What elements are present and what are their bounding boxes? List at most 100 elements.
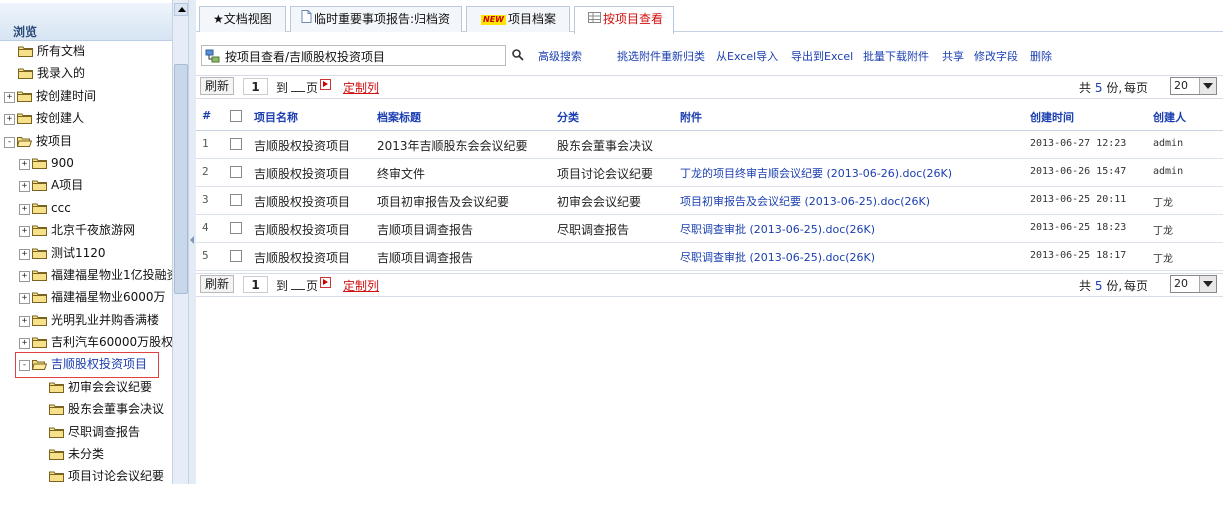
page-size-select[interactable]: 20 xyxy=(1170,275,1217,293)
current-page[interactable]: 1 xyxy=(243,276,268,293)
goto-page-input[interactable] xyxy=(291,289,305,290)
tree-node-label[interactable]: 按创建人 xyxy=(36,107,84,129)
tab-project-archive[interactable]: NEW 项目档案 xyxy=(466,6,570,32)
tree-node[interactable]: 未分类 xyxy=(0,443,172,465)
customize-columns-link[interactable]: 定制列 xyxy=(343,79,379,96)
expand-icon[interactable]: + xyxy=(19,203,30,215)
row-attachment-link[interactable]: 尽职调查审批 (2013-06-25).doc(26K) xyxy=(680,249,875,265)
goto-page-input[interactable] xyxy=(291,91,305,92)
tree-node[interactable]: + 测试1120 xyxy=(0,242,172,264)
tree-node[interactable]: + 北京千夜旅游网 xyxy=(0,219,172,241)
tree-node-label[interactable]: 北京千夜旅游网 xyxy=(51,219,135,241)
tree-node-label[interactable]: 福建福星物业6000万 xyxy=(51,286,166,308)
customize-columns-link[interactable]: 定制列 xyxy=(343,277,379,294)
expand-icon[interactable]: + xyxy=(19,270,30,282)
tree-node[interactable]: 尽职调查报告 xyxy=(0,421,172,443)
table-row[interactable]: 1 吉顺股权投资项目 2013年吉顺股东会会议纪要 股东会董事会决议 2013-06-2… xyxy=(196,131,1223,159)
tree-node[interactable]: +900 xyxy=(0,152,172,174)
tree-node[interactable]: 初审会会议纪要 xyxy=(0,376,172,398)
tree-node-label[interactable]: ccc xyxy=(51,197,71,219)
col-category-header[interactable]: 分类 xyxy=(557,109,579,125)
tree-node[interactable]: - 按项目 xyxy=(0,130,172,152)
tree-node-label[interactable]: 福建福星物业1亿投融资 xyxy=(51,264,179,286)
col-creator-header[interactable]: 创建人 xyxy=(1153,109,1186,125)
search-icon[interactable] xyxy=(512,49,524,64)
tree-node[interactable]: 项目讨论会议纪要 xyxy=(0,465,172,484)
goto-arrow-icon[interactable] xyxy=(320,79,331,90)
row-checkbox[interactable] xyxy=(230,194,242,206)
tree-node[interactable]: 我录入的 xyxy=(0,62,172,84)
row-checkbox[interactable] xyxy=(230,138,242,150)
row-attachment-link[interactable]: 尽职调查审批 (2013-06-25).doc(26K) xyxy=(680,221,875,237)
col-title-header[interactable]: 档案标题 xyxy=(377,109,421,125)
tree-node-label[interactable]: 我录入的 xyxy=(37,62,85,84)
panel-splitter[interactable] xyxy=(188,0,196,484)
scroll-thumb[interactable] xyxy=(174,64,188,294)
collapse-icon[interactable]: - xyxy=(4,136,15,148)
tree-node-label[interactable]: 项目讨论会议纪要 xyxy=(68,465,164,484)
col-created-header[interactable]: 创建时间 xyxy=(1030,109,1074,125)
export-excel-link[interactable]: 导出到Excel xyxy=(791,48,853,64)
table-row[interactable]: 3 吉顺股权投资项目 项目初审报告及会议纪要 初审会会议纪要 项目初审报告及会议纪要 (… xyxy=(196,187,1223,215)
expand-icon[interactable]: + xyxy=(19,293,30,305)
tree-node-label[interactable]: 未分类 xyxy=(68,443,104,465)
tree-node[interactable]: 股东会董事会决议 xyxy=(0,398,172,420)
row-checkbox[interactable] xyxy=(230,166,242,178)
tree-node-label[interactable]: 吉利汽车60000万股权投 xyxy=(51,331,185,353)
tree-node[interactable]: 所有文档 xyxy=(0,40,172,62)
goto-arrow-icon[interactable] xyxy=(320,277,331,288)
row-checkbox[interactable] xyxy=(230,222,242,234)
expand-icon[interactable]: + xyxy=(19,158,30,170)
share-link[interactable]: 共享 xyxy=(942,48,964,64)
tree-node-label[interactable]: 初审会会议纪要 xyxy=(68,376,152,398)
current-page[interactable]: 1 xyxy=(243,78,268,95)
import-excel-link[interactable]: 从Excel导入 xyxy=(716,48,778,64)
expand-icon[interactable]: + xyxy=(4,91,15,103)
refresh-button[interactable]: 刷新 xyxy=(200,77,235,95)
tree-node[interactable]: + 福建福星物业1亿投融资 xyxy=(0,264,179,286)
chevron-down-icon[interactable] xyxy=(1199,276,1216,292)
tab-temp-report[interactable]: 临时重要事项报告:归档资 xyxy=(290,6,462,32)
tree-node[interactable]: + A项目 xyxy=(0,174,172,196)
tree-node[interactable]: + 按创建时间 xyxy=(0,85,172,107)
refresh-button[interactable]: 刷新 xyxy=(200,275,235,293)
expand-icon[interactable]: + xyxy=(19,338,30,350)
batch-download-link[interactable]: 批量下载附件 xyxy=(863,48,929,64)
tree-node[interactable]: + ccc xyxy=(0,197,172,219)
collapse-arrow-icon[interactable] xyxy=(190,236,194,244)
expand-icon[interactable]: + xyxy=(19,226,30,238)
select-all-checkbox[interactable] xyxy=(230,110,242,122)
expand-icon[interactable]: + xyxy=(19,181,30,193)
tree-node-label[interactable]: 按项目 xyxy=(36,130,72,152)
scroll-up-arrow-icon[interactable] xyxy=(174,3,188,16)
tree-node[interactable]: + 按创建人 xyxy=(0,107,172,129)
tab-document-view[interactable]: ★文档视图 xyxy=(199,6,286,32)
advanced-search-link[interactable]: 高级搜索 xyxy=(538,48,582,64)
page-size-select[interactable]: 20 xyxy=(1170,77,1217,95)
tree-node[interactable]: + 吉利汽车60000万股权投 xyxy=(0,331,185,353)
tab-by-project[interactable]: 按项目查看 xyxy=(574,6,674,34)
row-attachment-link[interactable]: 丁龙的项目终审吉顺会议纪要 (2013-06-26).doc(26K) xyxy=(680,165,952,181)
expand-icon[interactable]: + xyxy=(19,315,30,327)
tree-node-label[interactable]: 尽职调查报告 xyxy=(68,421,140,443)
tree-node-label[interactable]: 所有文档 xyxy=(37,40,85,62)
expand-icon[interactable]: + xyxy=(4,114,15,126)
tree-node[interactable]: + 光明乳业并购香满楼 xyxy=(0,309,172,331)
col-attachment-header[interactable]: 附件 xyxy=(680,109,702,125)
breadcrumb-field[interactable]: 按项目查看/吉顺股权投资项目 xyxy=(201,45,506,66)
table-row[interactable]: 5 吉顺股权投资项目 吉顺项目调查报告 尽职调查审批 (2013-06-25).doc… xyxy=(196,243,1223,271)
edit-fields-link[interactable]: 修改字段 xyxy=(974,48,1018,64)
col-project-header[interactable]: 项目名称 xyxy=(254,109,298,125)
tree-node-label[interactable]: 按创建时间 xyxy=(36,85,96,107)
delete-link[interactable]: 删除 xyxy=(1030,48,1052,64)
table-row[interactable]: 2 吉顺股权投资项目 终审文件 项目讨论会议纪要 丁龙的项目终审吉顺会议纪要 (2013… xyxy=(196,159,1223,187)
tree-node-label[interactable]: 股东会董事会决议 xyxy=(68,398,164,420)
row-checkbox[interactable] xyxy=(230,250,242,262)
tree-node-label[interactable]: 900 xyxy=(51,152,74,174)
chevron-down-icon[interactable] xyxy=(1199,78,1216,94)
tree-scrollbar[interactable] xyxy=(172,0,189,484)
tree-node-label[interactable]: A项目 xyxy=(51,174,83,196)
expand-icon[interactable]: + xyxy=(19,248,30,260)
reclassify-attachments-link[interactable]: 挑选附件重新归类 xyxy=(617,48,705,64)
table-row[interactable]: 4 吉顺股权投资项目 吉顺项目调查报告 尽职调查报告 尽职调查审批 (2013-06-2… xyxy=(196,215,1223,243)
